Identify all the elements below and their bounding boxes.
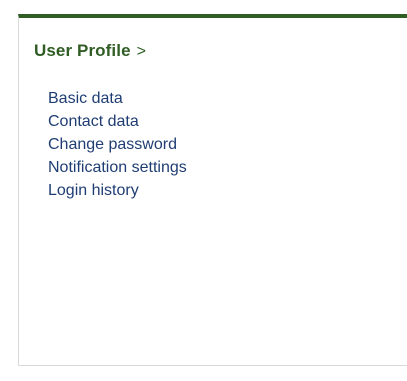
menu-item-notification-settings[interactable]: Notification settings: [48, 156, 187, 179]
menu-item-basic-data[interactable]: Basic data: [48, 87, 187, 110]
panel-title: User Profile: [34, 41, 131, 60]
panel-header[interactable]: User Profile >: [34, 41, 146, 61]
menu-item-change-password[interactable]: Change password: [48, 133, 187, 156]
profile-menu: Basic data Contact data Change password …: [48, 87, 187, 202]
user-profile-panel: User Profile > Basic data Contact data C…: [18, 14, 407, 366]
menu-item-contact-data[interactable]: Contact data: [48, 110, 187, 133]
chevron-right-icon: >: [136, 43, 146, 60]
menu-item-login-history[interactable]: Login history: [48, 179, 187, 202]
